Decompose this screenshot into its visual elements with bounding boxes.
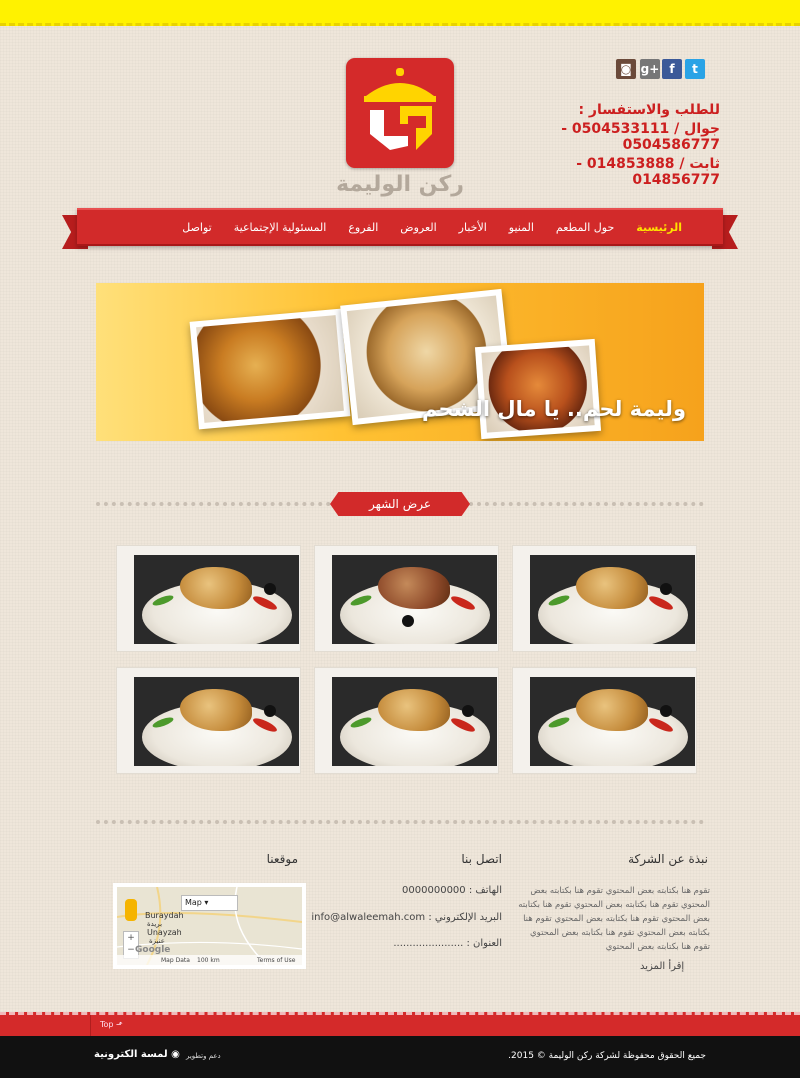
map-scale-label: 100 km — [197, 957, 220, 964]
footer-top-bar: Top ⬏ — [0, 1012, 800, 1036]
section-title: عرض الشهر — [330, 492, 470, 516]
map-city-buraydah: Buraydah — [145, 911, 184, 920]
hero-banner: وليمة لحم.. يا مال الشحم — [96, 283, 704, 441]
gallery-item[interactable] — [512, 667, 697, 774]
nav-item-menu[interactable]: المنيو — [498, 221, 545, 234]
nav-item-contact[interactable]: تواصل — [171, 221, 222, 234]
copyright: جميع الحقوق محفوظة لشركة ركن الوليمة © 2… — [508, 1051, 706, 1061]
contact-address: العنوان : ...................... — [393, 938, 502, 949]
logo[interactable] — [346, 58, 454, 168]
top-accent-bar — [0, 0, 800, 26]
developer-brand-text: لمسة الكترونية — [94, 1049, 168, 1060]
gallery-item[interactable] — [512, 545, 697, 652]
nav-item-branches[interactable]: الفروع — [337, 221, 389, 234]
nav-item-news[interactable]: الأخبار — [448, 221, 498, 234]
nav-item-social-responsibility[interactable]: المسئولية الإجتماعية — [223, 221, 338, 234]
logo-wordmark: ركن الوليمة — [336, 172, 464, 197]
divider — [90, 1015, 91, 1036]
gallery-item[interactable] — [116, 667, 301, 774]
map-type-select[interactable]: Map ▾ — [181, 895, 238, 911]
facebook-icon[interactable]: f — [662, 59, 682, 79]
banner-caption: وليمة لحم.. يا مال الشحم — [422, 397, 686, 421]
arrow-up-icon: ⬏ — [116, 1020, 123, 1029]
nav-item-offers[interactable]: العروض — [389, 221, 447, 234]
map-city-unayzah: Unayzah — [147, 928, 182, 937]
mobile-numbers: جوال / 0504533111 - 0504586777 — [561, 121, 720, 153]
contact-phone: الهاتف : 0000000000 — [402, 885, 502, 896]
twitter-icon[interactable]: t — [685, 59, 705, 79]
map-data-label: Map Data — [161, 957, 190, 964]
about-title: نبذة عن الشركة — [628, 852, 708, 866]
gallery-item[interactable] — [314, 667, 499, 774]
back-to-top-link[interactable]: Top ⬏ — [100, 1020, 123, 1029]
developer-label: دعم وتطوير — [186, 1052, 221, 1060]
map-city-buraydah-ar: بريدة — [147, 920, 163, 928]
contact-title: للطلب والاستفسار : — [578, 102, 720, 118]
logo-emblem-icon — [364, 68, 436, 150]
map-city-unayzah-ar: عنيزة — [149, 937, 165, 945]
developer-brand[interactable]: ◉ لمسة الكترونية — [94, 1049, 180, 1060]
banner-photo-3 — [474, 338, 602, 440]
google-logo: Google — [135, 945, 171, 955]
banner-photo-1 — [189, 308, 351, 430]
location-map[interactable]: + − Map ▾ Buraydah بريدة Unayzah عنيزة Go… — [113, 883, 306, 969]
location-title: موقعنا — [266, 852, 298, 866]
gallery-item[interactable] — [116, 545, 301, 652]
separator — [96, 820, 704, 824]
contact-email[interactable]: البريد الإلكتروني : info@alwaleemah.com — [311, 912, 502, 923]
developer-logo-icon: ◉ — [171, 1049, 180, 1060]
footer-bottom-bar: جميع الحقوق محفوظة لشركة ركن الوليمة © 2… — [0, 1036, 800, 1078]
instagram-icon[interactable]: ◙ — [616, 59, 636, 79]
pegman-icon[interactable] — [125, 899, 137, 921]
nav-item-home[interactable]: الرئيسية — [625, 221, 693, 234]
landline-numbers: ثابت / 014853888 - 014856777 — [576, 156, 720, 188]
read-more-link[interactable]: إقرأ المزيد — [640, 961, 684, 972]
contact-title: اتصل بنا — [461, 852, 502, 866]
main-nav: الرئيسية حول المطعم المنيو الأخبار العرو… — [77, 208, 723, 246]
gallery-item[interactable] — [314, 545, 499, 652]
header-contact: للطلب والاستفسار : جوال / 0504533111 - 0… — [490, 102, 720, 188]
about-text: تقوم هنا بكتابته بعض المحتوي تقوم هنا بك… — [518, 886, 710, 952]
map-terms-link[interactable]: Terms of Use — [257, 957, 295, 964]
google-plus-icon[interactable]: g+ — [640, 59, 660, 79]
nav-item-about[interactable]: حول المطعم — [545, 221, 625, 234]
